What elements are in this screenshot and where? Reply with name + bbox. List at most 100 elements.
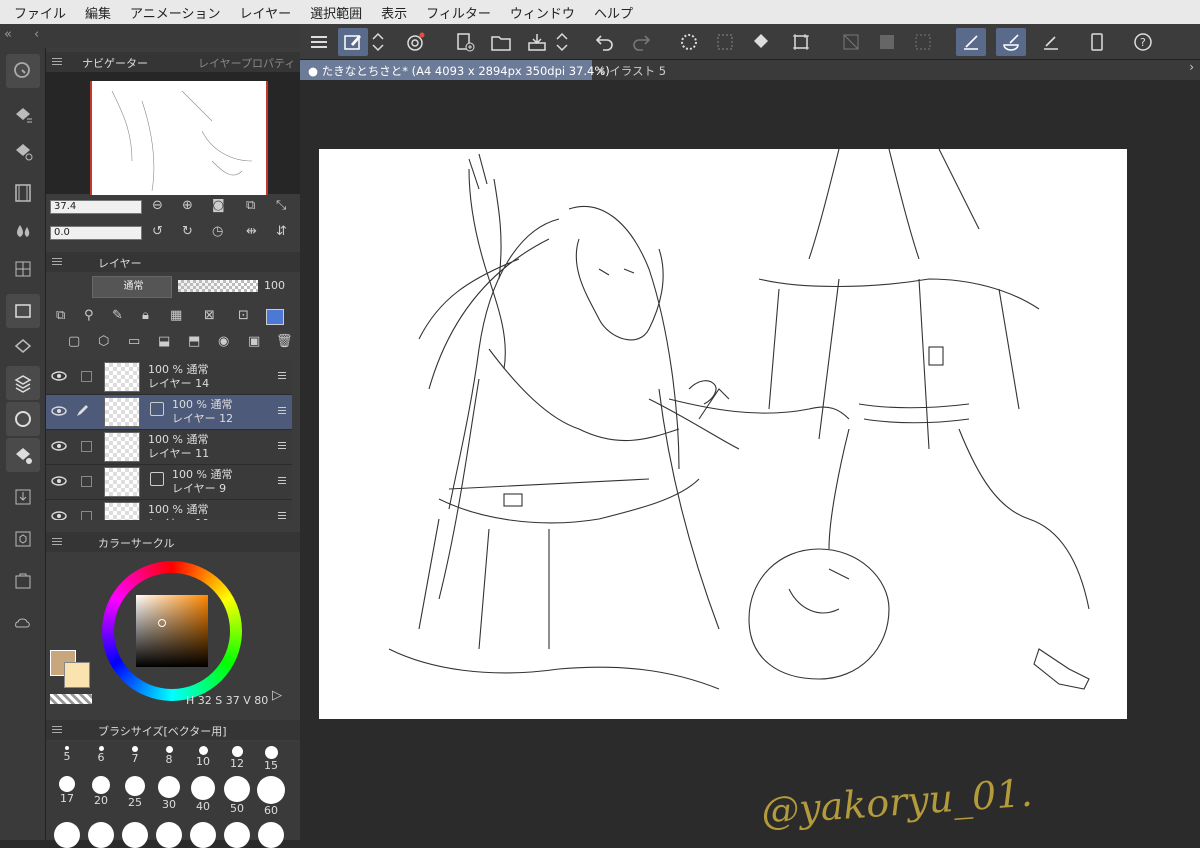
layer-checkbox[interactable] (81, 371, 92, 382)
brush-size-preview[interactable] (54, 822, 80, 848)
layer-color-icon[interactable] (266, 309, 284, 325)
tab-close-icon[interactable]: ✕ (596, 64, 606, 78)
brush-size-preview[interactable] (258, 822, 284, 848)
clear-outside-icon[interactable] (836, 28, 866, 56)
fit-window-icon[interactable]: ⤡ (276, 198, 286, 213)
rotate-field[interactable]: 0.0 (50, 226, 142, 240)
layer-checkbox[interactable] (81, 511, 92, 520)
flip-horizontal-icon[interactable]: ⇹ (246, 224, 257, 239)
invert-selection-icon[interactable] (710, 28, 740, 56)
new-vector-layer-icon[interactable]: ⬡ (98, 334, 109, 349)
tab-navigator[interactable]: ナビゲーター (82, 55, 148, 71)
brush-size-cell[interactable]: 6 (84, 746, 118, 764)
tone-icon[interactable] (908, 28, 938, 56)
transfer-down-icon[interactable]: ⬓ (158, 334, 170, 349)
brush-size-cell[interactable]: 8 (152, 746, 186, 766)
new-canvas-icon[interactable] (450, 28, 480, 56)
panel-grip-icon[interactable] (52, 724, 62, 734)
tab-layer-property[interactable]: レイヤープロパティ (198, 55, 295, 71)
zoom-field[interactable]: 37.4 (50, 200, 142, 214)
material-folder-icon[interactable] (6, 564, 40, 598)
panel-grip-icon[interactable] (52, 56, 62, 66)
import-icon[interactable] (6, 480, 40, 514)
brush-size-cell[interactable]: 40 (186, 776, 220, 813)
menu-selection[interactable]: 選択範囲 (310, 3, 362, 22)
tab-active-document[interactable]: ● たきなとちさと* (A4 4093 x 2894px 350dpi 37.4… (300, 60, 610, 80)
brush-size-cell[interactable]: 7 (118, 746, 152, 765)
redo-icon[interactable] (626, 28, 656, 56)
rotate-right-icon[interactable]: ↻ (182, 224, 193, 239)
opacity-slider[interactable] (178, 280, 258, 292)
menu-file[interactable]: ファイル (14, 3, 66, 22)
layer-move-tool-icon[interactable] (6, 98, 40, 132)
brush-size-cell[interactable]: 5 (50, 746, 84, 763)
quick-access-icon[interactable] (400, 28, 430, 56)
rotate-left-icon[interactable]: ↺ (152, 224, 163, 239)
brush-size-cell[interactable]: 12 (220, 746, 254, 770)
save-stepper-icon[interactable] (554, 28, 570, 56)
brush-size-cell[interactable]: 50 (220, 776, 254, 815)
zoom-in-icon[interactable]: ⊕ (182, 198, 193, 213)
brush-size-cell[interactable]: 10 (186, 746, 220, 768)
device-settings-icon[interactable] (1082, 28, 1112, 56)
layer-menu-icon[interactable] (278, 372, 286, 380)
delete-layer-icon[interactable]: 🗑︎ (276, 334, 293, 349)
tone-tool-icon[interactable] (6, 252, 40, 286)
tab-brush-size[interactable]: ブラシサイズ[ベクター用] (98, 723, 227, 739)
mask-icon[interactable]: ⊠ (204, 308, 215, 323)
snap-ruler-icon[interactable] (956, 28, 986, 56)
lock-icon[interactable]: 🔒︎ (142, 308, 149, 323)
menu-help[interactable]: ヘルプ (594, 3, 633, 22)
layer-checkbox[interactable] (81, 441, 92, 452)
reset-rotation-icon[interactable]: ◷ (212, 224, 223, 239)
edit-mode-icon[interactable] (338, 28, 368, 56)
eye-icon[interactable] (51, 510, 67, 520)
snap-grid-icon[interactable] (1036, 28, 1066, 56)
fill-selection-icon[interactable] (872, 28, 902, 56)
transform-icon[interactable] (786, 28, 816, 56)
layer-menu-icon[interactable] (278, 477, 286, 485)
layer-checkbox[interactable] (81, 476, 92, 487)
brush-size-cell[interactable]: 25 (118, 776, 152, 809)
navigator-panel-icon[interactable] (6, 294, 40, 328)
play-icon[interactable]: ▷ (272, 688, 282, 703)
layer-settings-tool-icon[interactable] (6, 134, 40, 168)
menu-layer[interactable]: レイヤー (240, 3, 292, 22)
sub-color-swatch[interactable] (64, 662, 90, 688)
canvas-area[interactable]: @yakoryu_01. (300, 80, 1200, 840)
layer-row[interactable]: 100 % 通常 レイヤー 12 (46, 395, 292, 430)
combine-down-icon[interactable]: ⬒ (188, 334, 200, 349)
tab-overflow-icon[interactable]: › (1189, 60, 1194, 74)
deselect-icon[interactable] (674, 28, 704, 56)
open-file-icon[interactable] (486, 28, 516, 56)
hue-ring[interactable] (102, 561, 242, 701)
panel-grip-icon[interactable] (52, 256, 62, 266)
layer-row[interactable]: 100 % 通常 レイヤー 14 (46, 360, 292, 395)
edit-mode-stepper-icon[interactable] (370, 28, 386, 56)
undo-icon[interactable] (590, 28, 620, 56)
watercolor-tool-icon[interactable] (6, 214, 40, 248)
canvas-paper[interactable] (319, 148, 1127, 719)
cloud-icon[interactable] (6, 606, 40, 640)
menu-icon[interactable] (304, 28, 334, 56)
brush-size-preview[interactable] (122, 822, 148, 848)
eye-icon[interactable] (51, 405, 67, 417)
brush-size-preview[interactable] (224, 822, 250, 848)
collapse-right-icon[interactable]: ‹ (34, 27, 39, 42)
eye-icon[interactable] (51, 370, 67, 382)
sub-tool-panel-icon[interactable] (6, 438, 40, 472)
help-icon[interactable]: ? (1128, 28, 1158, 56)
opacity-value[interactable]: 100 (264, 279, 285, 293)
navigator-preview[interactable] (46, 72, 300, 195)
film-tool-icon[interactable] (6, 176, 40, 210)
menu-animation[interactable]: アニメーション (130, 3, 220, 22)
brush-size-preview[interactable] (190, 822, 216, 848)
layer-row[interactable]: 100 % 通常 レイヤー 11 (46, 430, 292, 465)
snap-brush-icon[interactable] (996, 28, 1026, 56)
layer-menu-icon[interactable] (278, 407, 286, 415)
menu-edit[interactable]: 編集 (85, 3, 111, 22)
apply-mask-icon[interactable]: ▣ (248, 334, 260, 349)
zoom-out-icon[interactable]: ⊖ (152, 198, 163, 213)
clip-icon[interactable]: ⧉ (56, 308, 65, 323)
blend-mode-select[interactable]: 通常 (92, 276, 172, 298)
